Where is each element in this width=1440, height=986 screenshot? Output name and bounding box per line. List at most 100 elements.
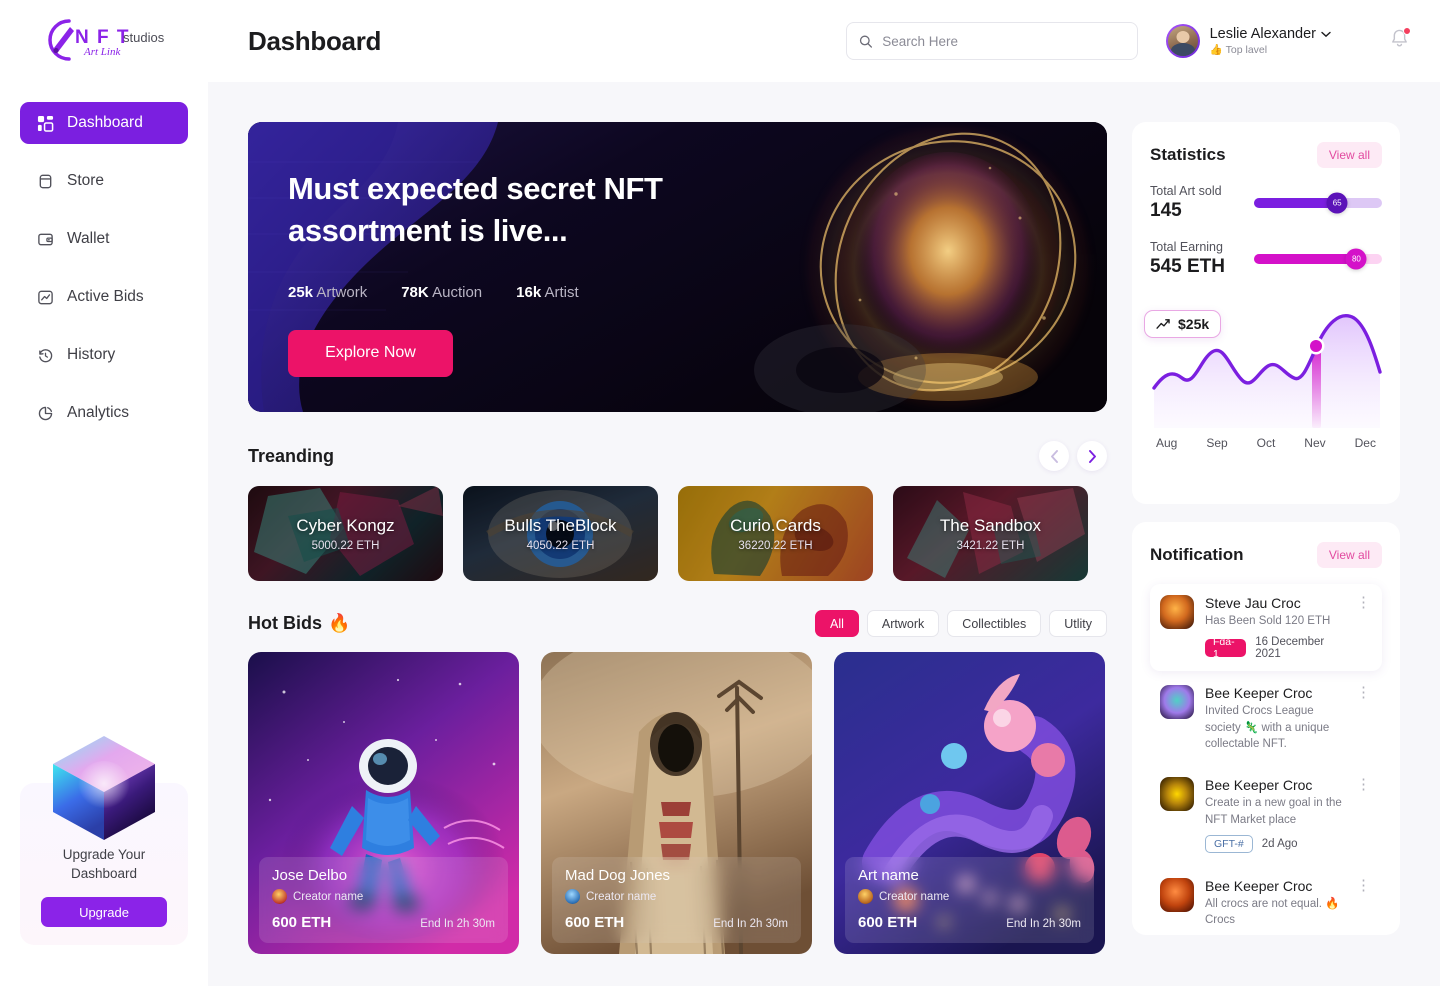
hero-title: Must expected secret NFT assortment is l… — [288, 168, 708, 252]
metric-slider[interactable]: 80 — [1254, 248, 1382, 270]
profile-level-row: 👍 Top lavel — [1210, 44, 1331, 57]
hero-banner[interactable]: Must expected secret NFT assortment is l… — [248, 122, 1107, 412]
secondary-column: Statistics View all Total Art sold 145 6… — [1132, 122, 1400, 954]
sidebar-item-active-bids[interactable]: Active Bids — [20, 276, 188, 318]
notification-name: Steve Jau Croc — [1205, 595, 1301, 611]
hot-bids-title: Hot Bids — [248, 613, 322, 633]
search-box[interactable] — [845, 22, 1138, 60]
statistics-panel: Statistics View all Total Art sold 145 6… — [1132, 122, 1400, 504]
metric-value: 545 ETH — [1150, 256, 1225, 277]
sidebar-item-analytics[interactable]: Analytics — [20, 392, 188, 434]
notification-list: Steve Jau Croc Has Been Sold 120 ETH Fda… — [1150, 584, 1382, 935]
notification-desc: Create in a new goal in the NFT Market p… — [1205, 797, 1342, 826]
trending-card-price: 4050.22 ETH — [526, 539, 595, 552]
sidebar-item-history[interactable]: History — [20, 334, 188, 376]
bid-card[interactable]: Mad Dog Jones Creator name 600 ETH End I… — [541, 652, 812, 954]
bid-card[interactable]: Art name Creator name 600 ETH End In 2h … — [834, 652, 1105, 954]
notification-item[interactable]: Bee Keeper Croc Create in a new goal in … — [1150, 766, 1382, 864]
trending-card-price: 5000.22 ETH — [311, 539, 380, 552]
main-content: Must expected secret NFT assortment is l… — [208, 82, 1440, 986]
notification-body: Bee Keeper Croc Create in a new goal in … — [1205, 777, 1345, 853]
upgrade-button[interactable]: Upgrade — [41, 897, 167, 927]
notification-item[interactable]: Steve Jau Croc Has Been Sold 120 ETH Fda… — [1150, 584, 1382, 672]
trending-card[interactable]: Bulls TheBlock 4050.22 ETH — [463, 486, 658, 581]
carousel-next-button[interactable] — [1077, 441, 1107, 471]
hero-stat-label: Auction — [432, 283, 483, 301]
notification-item[interactable]: Bee Keeper Croc All crocs are not equal.… — [1150, 867, 1382, 935]
statistics-title: Statistics — [1150, 145, 1226, 164]
notification-avatar — [1160, 777, 1194, 812]
notification-options-button[interactable]: ⋮ — [1356, 685, 1372, 752]
hero-stat-label: Artist — [544, 283, 579, 301]
filter-chip-utility[interactable]: Utlity — [1049, 610, 1107, 637]
trending-card[interactable]: Curio.Cards 36220.22 ETH — [678, 486, 873, 581]
explore-now-button[interactable]: Explore Now — [288, 329, 453, 377]
logo-icon: N F T studios Art Link — [48, 19, 165, 61]
trending-card-name: Bulls TheBlock — [504, 515, 617, 535]
bid-card-creator: Creator name — [858, 889, 1081, 904]
statistics-view-all-button[interactable]: View all — [1316, 142, 1382, 168]
bid-price: 600 ETH — [565, 914, 625, 931]
hot-bids-cards: Jose Delbo Creator name 600 ETH End In 2… — [248, 652, 1107, 954]
creator-avatar — [858, 889, 873, 904]
sidebar: Dashboard Store Wallet Active Bids Histo… — [0, 82, 208, 986]
bid-card-overlay: Jose Delbo Creator name 600 ETH End In 2… — [259, 857, 508, 943]
notification-options-button[interactable]: ⋮ — [1356, 777, 1372, 853]
metric-text: Total Art sold 145 — [1150, 184, 1222, 222]
chart-month-label: Sep — [1206, 436, 1228, 450]
trending-card-price: 3421.22 ETH — [956, 539, 1025, 552]
notification-body: Bee Keeper Croc All crocs are not equal.… — [1205, 878, 1345, 929]
notification-options-button[interactable]: ⋮ — [1356, 595, 1372, 660]
slider-fill — [1254, 198, 1338, 208]
upgrade-widget: Upgrade Your Dashboard Upgrade — [20, 735, 188, 945]
notification-view-all-button[interactable]: View all — [1316, 542, 1382, 568]
logo-area[interactable]: N F T studios Art Link — [0, 0, 208, 82]
filter-chip-artwork[interactable]: Artwork — [866, 610, 940, 637]
bid-price: 600 ETH — [272, 914, 332, 931]
svg-text:Art Link: Art Link — [83, 46, 121, 58]
filter-chip-all[interactable]: All — [815, 610, 859, 637]
notification-options-button[interactable]: ⋮ — [1356, 878, 1372, 929]
carousel-prev-button[interactable] — [1039, 441, 1069, 471]
grid-icon — [36, 114, 54, 132]
trending-card[interactable]: The Sandbox 3421.22 ETH — [893, 486, 1088, 581]
store-icon — [36, 172, 54, 190]
notification-name: Bee Keeper Croc — [1205, 877, 1313, 894]
slider-knob[interactable]: 65 — [1326, 192, 1348, 214]
history-icon — [36, 346, 54, 364]
trending-title: Treanding — [248, 445, 335, 466]
bid-card-name: Mad Dog Jones — [565, 867, 671, 884]
trending-card[interactable]: Cyber Kongz 5000.22 ETH — [248, 486, 443, 581]
notification-avatar — [1160, 877, 1194, 912]
notification-item[interactable]: Bee Keeper Croc Invited Crocs League soc… — [1150, 674, 1382, 763]
notification-meta: Fda-1 16 December 2021 — [1205, 636, 1345, 660]
header-right-group: Leslie Alexander 👍 Top lavel — [845, 22, 1440, 60]
notification-body: Bee Keeper Croc Invited Crocs League soc… — [1205, 685, 1345, 752]
sidebar-item-dashboard[interactable]: Dashboard — [20, 102, 188, 144]
filter-chip-collectibles[interactable]: Collectibles — [947, 610, 1042, 637]
profile-menu[interactable]: Leslie Alexander 👍 Top lavel — [1165, 24, 1331, 58]
notification-header: Notification View all — [1150, 542, 1382, 568]
profile-name: Leslie Alexander — [1209, 26, 1316, 43]
3d-cube-icon — [53, 735, 155, 840]
sidebar-item-wallet[interactable]: Wallet — [20, 218, 188, 260]
metric-slider[interactable]: 65 — [1254, 192, 1382, 214]
search-icon — [859, 35, 872, 48]
chart-month-label: Aug — [1156, 436, 1178, 450]
slider-knob[interactable]: 80 — [1345, 248, 1367, 270]
chevron-down-icon[interactable] — [1321, 31, 1331, 38]
statistics-chart[interactable]: $25k — [1144, 296, 1382, 428]
statistic-metric-art-sold: Total Art sold 145 65 — [1150, 184, 1382, 222]
primary-column: Must expected secret NFT assortment is l… — [248, 122, 1107, 954]
search-input[interactable] — [882, 33, 1125, 49]
hot-bids-filters: All Artwork Collectibles Utlity — [815, 610, 1107, 637]
sidebar-item-store[interactable]: Store — [20, 160, 188, 202]
notification-bell-button[interactable] — [1389, 26, 1411, 55]
notification-title: Notification — [1150, 545, 1244, 564]
trending-card-price: 36220.22 ETH — [738, 539, 813, 552]
bid-card[interactable]: Jose Delbo Creator name 600 ETH End In 2… — [248, 652, 519, 954]
statistic-metric-earning: Total Earning 545 ETH 80 — [1150, 240, 1382, 278]
notification-desc: Has Been Sold 120 ETH — [1205, 615, 1331, 627]
hero-stat-value: 16k — [516, 283, 542, 301]
svg-text:N F T: N F T — [75, 27, 130, 48]
